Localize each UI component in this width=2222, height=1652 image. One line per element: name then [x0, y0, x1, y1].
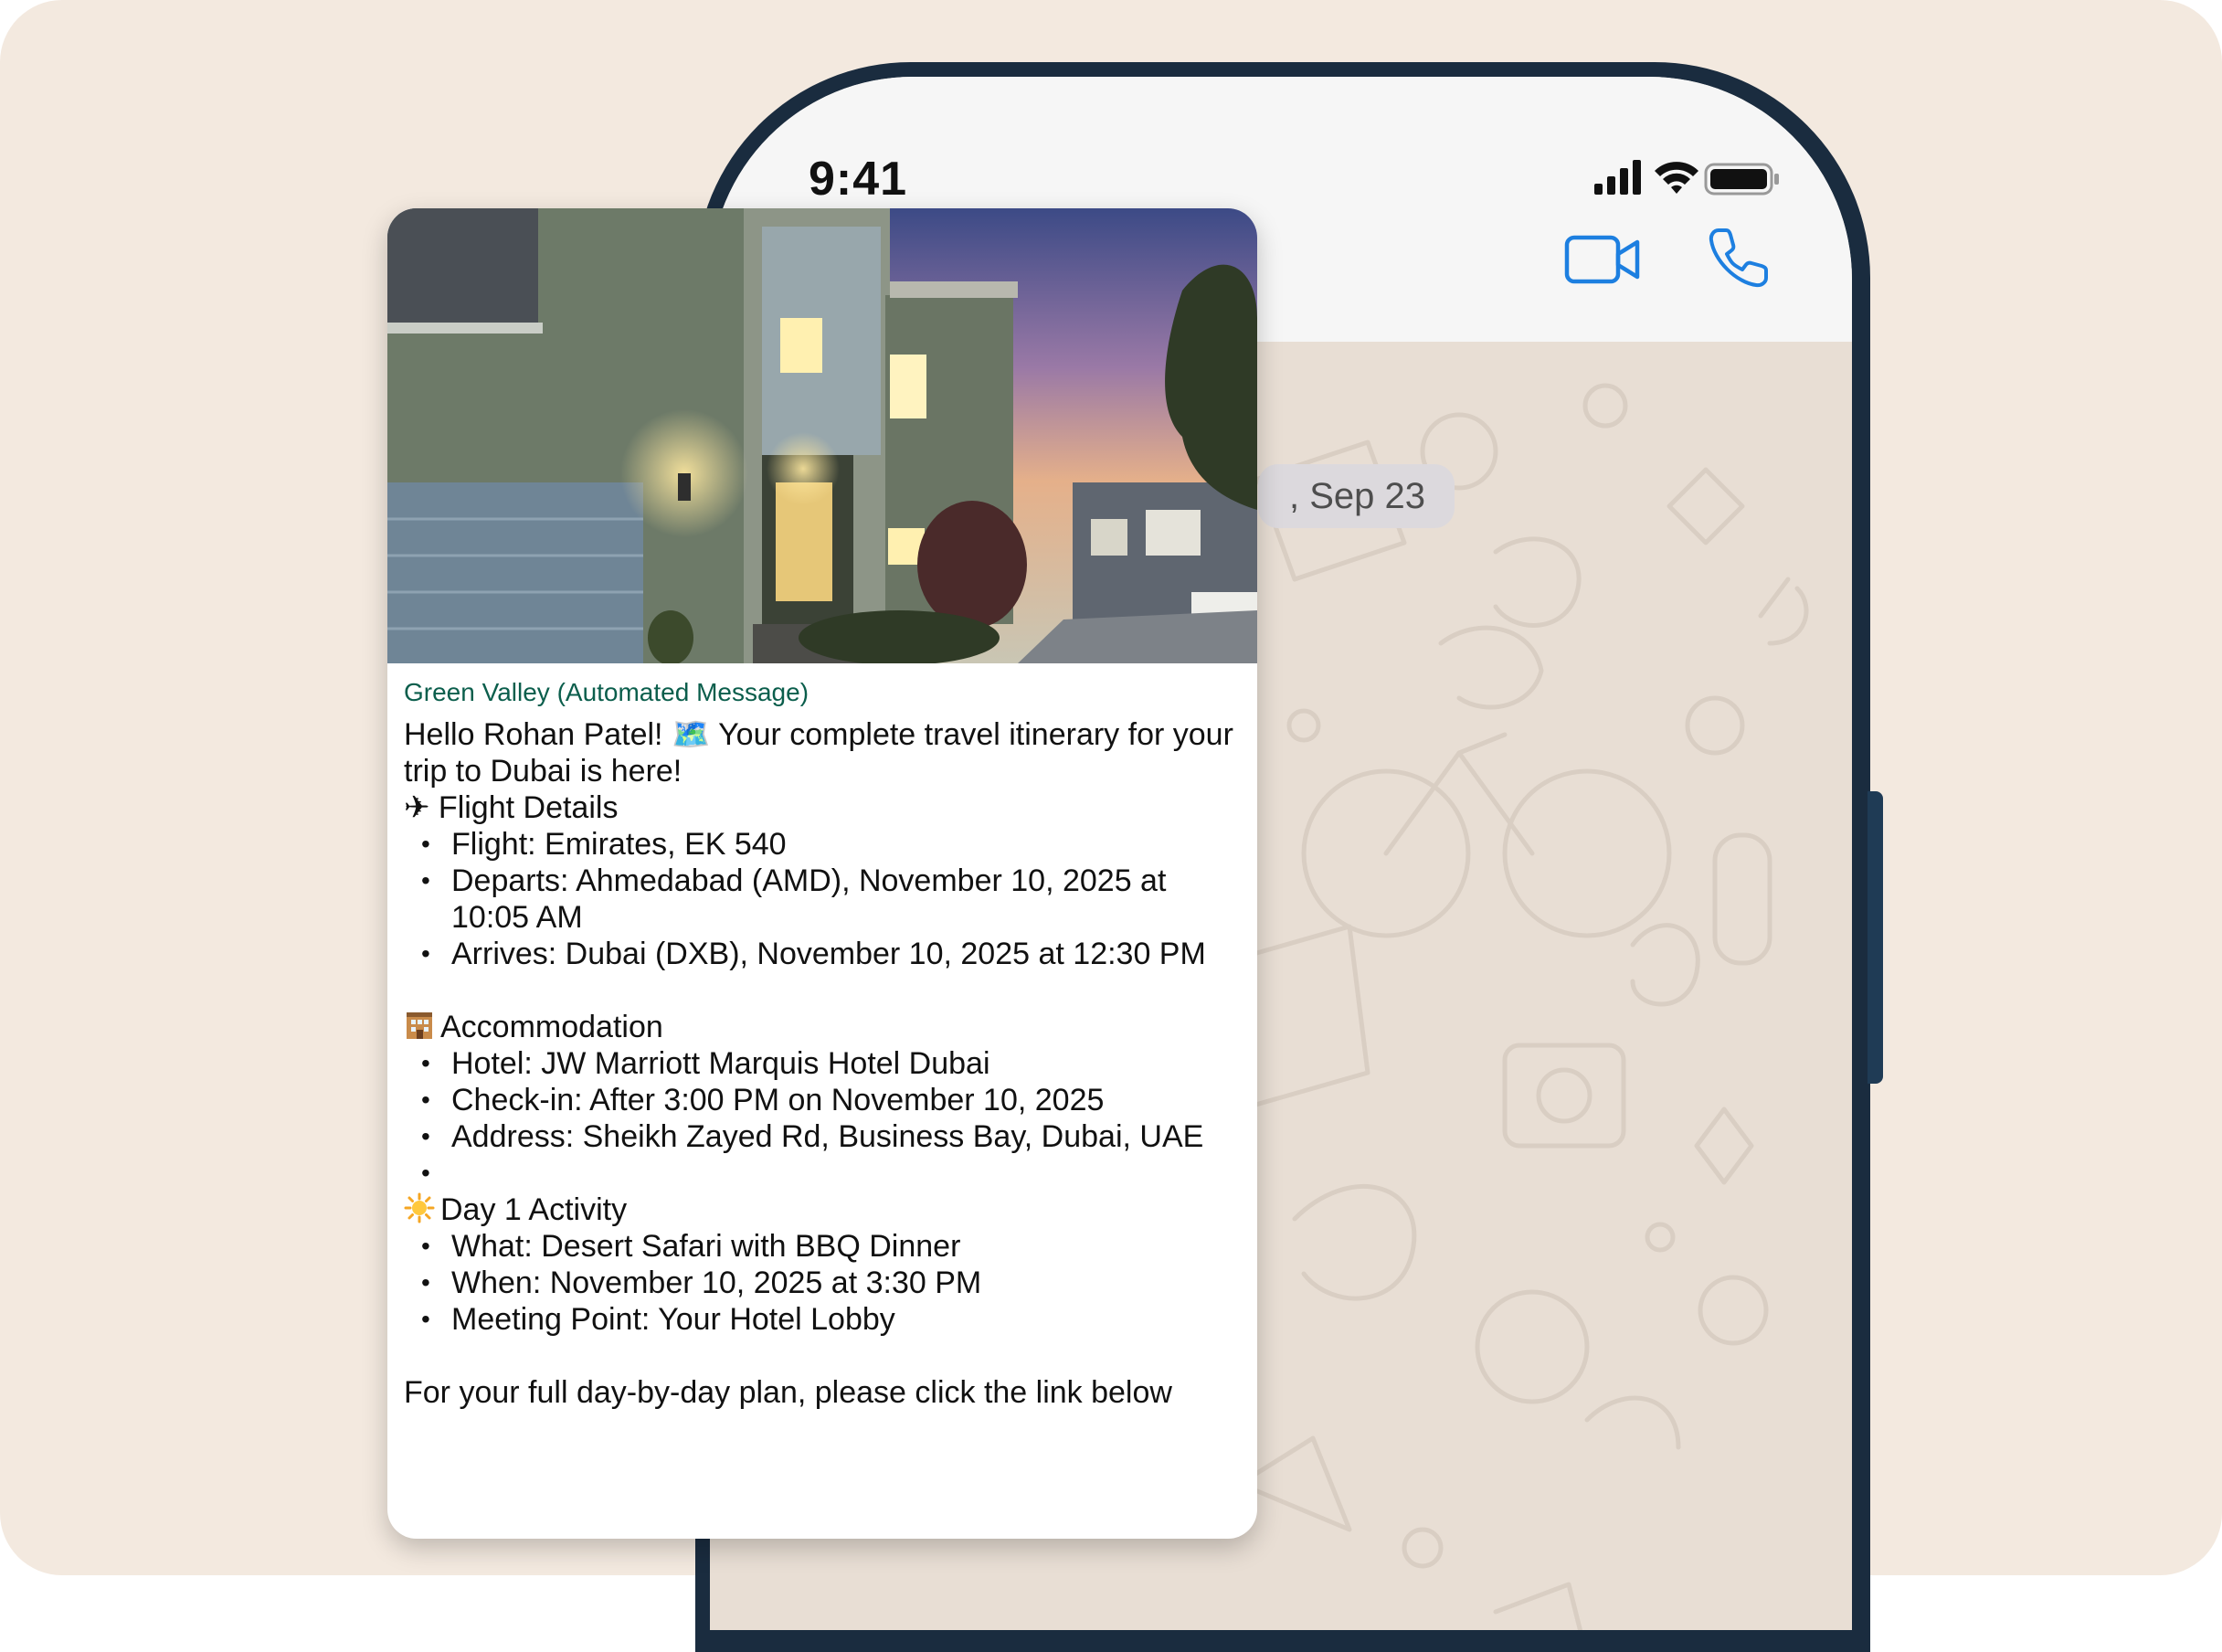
message-footer: For your full day-by-day plan, please cl…: [404, 1375, 1172, 1410]
list-item: Hotel: JW Marriott Marquis Hotel Dubai: [404, 1045, 1244, 1082]
hero-image-house: [387, 208, 1257, 663]
accommodation-heading: Accommodation: [440, 1010, 663, 1044]
date-chip: , Sep 23: [1258, 464, 1455, 528]
video-call-icon[interactable]: [1564, 234, 1641, 285]
list-item: [404, 1155, 1244, 1191]
hotel-icon: [407, 1012, 432, 1039]
flight-list: Flight: Emirates, EK 540 Departs: Ahmeda…: [404, 826, 1244, 972]
list-item: What: Desert Safari with BBQ Dinner: [404, 1228, 1244, 1265]
sun-icon: [404, 1192, 435, 1223]
sender-name: Green Valley (Automated Message): [404, 678, 809, 706]
list-item: Check-in: After 3:00 PM on November 10, …: [404, 1082, 1244, 1118]
list-item: Address: Sheikh Zayed Rd, Business Bay, …: [404, 1118, 1244, 1155]
list-item: Meeting Point: Your Hotel Lobby: [404, 1301, 1244, 1338]
list-item: Arrives: Dubai (DXB), November 10, 2025 …: [404, 936, 1244, 972]
message-intro: Hello Rohan Patel! 🗺️ Your complete trav…: [404, 717, 1233, 789]
list-item: When: November 10, 2025 at 3:30 PM: [404, 1265, 1244, 1301]
activity-list: What: Desert Safari with BBQ Dinner When…: [404, 1228, 1244, 1338]
list-item: Departs: Ahmedabad (AMD), November 10, 2…: [404, 863, 1244, 936]
message-body: Hello Rohan Patel! 🗺️ Your complete trav…: [404, 716, 1244, 1411]
wifi-icon: [1655, 162, 1698, 194]
signal-bars-icon: [1594, 160, 1641, 195]
activity-heading-row: Day 1 Activity: [404, 1191, 1244, 1228]
status-time: 9:41: [809, 153, 908, 206]
accommodation-list: Hotel: JW Marriott Marquis Hotel Dubai C…: [404, 1045, 1244, 1191]
activity-heading: Day 1 Activity: [440, 1192, 628, 1227]
accommodation-heading-row: Accommodation: [404, 1009, 1244, 1045]
message-card[interactable]: Green Valley (Automated Message) Hello R…: [387, 208, 1257, 1539]
phone-side-button: [1868, 791, 1883, 1084]
phone-call-icon[interactable]: [1706, 225, 1772, 291]
list-item: Flight: Emirates, EK 540: [404, 826, 1244, 863]
flight-heading: ✈ Flight Details: [404, 790, 619, 825]
battery-icon: [1704, 163, 1779, 196]
